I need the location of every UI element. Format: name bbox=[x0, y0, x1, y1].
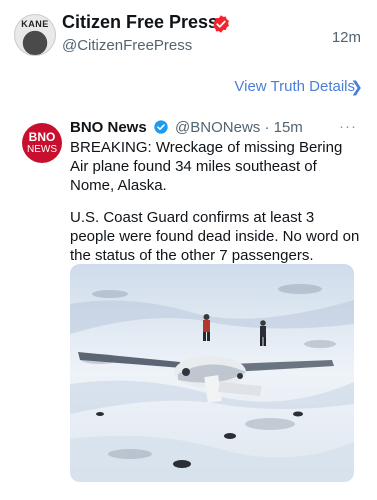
bno-avatar-line1: BNO bbox=[28, 130, 56, 144]
chevron-right-icon[interactable]: ❯ bbox=[350, 78, 363, 96]
author-name[interactable]: Citizen Free Press bbox=[62, 12, 218, 33]
verified-check-icon bbox=[154, 120, 168, 134]
more-options-icon[interactable]: ··· bbox=[339, 118, 357, 135]
view-truth-details-link[interactable]: View Truth Details bbox=[234, 78, 355, 95]
bno-avatar[interactable]: BNO NEWS bbox=[22, 123, 62, 163]
verified-badge-icon bbox=[213, 15, 229, 33]
author-avatar[interactable]: KANE bbox=[14, 14, 56, 56]
post-time: 12m bbox=[331, 29, 361, 46]
embedded-handle-time[interactable]: @BNONews · 15m bbox=[175, 119, 303, 136]
wreckage-photo-illustration bbox=[70, 264, 354, 482]
embedded-author-name[interactable]: BNO News bbox=[70, 119, 147, 136]
embedded-post-header: BNO News @BNONews · 15m bbox=[70, 119, 303, 136]
author-handle[interactable]: @CitizenFreePress bbox=[62, 37, 192, 54]
wreckage-photo[interactable] bbox=[70, 264, 354, 482]
avatar-text: KANE bbox=[21, 19, 49, 29]
embedded-text-paragraph-1: BREAKING: Wreckage of missing Bering Air… bbox=[70, 139, 343, 194]
embedded-text-paragraph-2: U.S. Coast Guard confirms at least 3 peo… bbox=[70, 209, 360, 264]
bno-avatar-line2: NEWS bbox=[27, 144, 57, 155]
